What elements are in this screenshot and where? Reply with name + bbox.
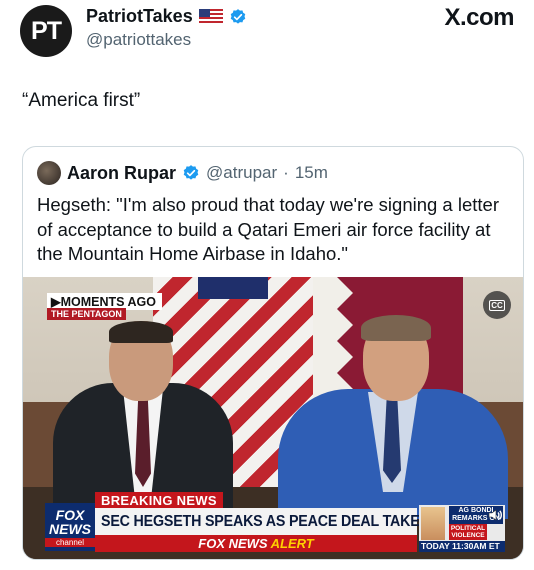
quoted-handle[interactable]: @atrupar — [206, 163, 277, 183]
quoted-avatar[interactable] — [37, 161, 61, 185]
news-headline: SEC HEGSETH SPEAKS AS PEACE DEAL TAKES H… — [101, 512, 473, 530]
right-person-hair — [361, 315, 431, 341]
left-person-hair — [109, 321, 173, 343]
logo-line2: NEWS — [49, 520, 91, 537]
closed-captions-button[interactable]: CC — [483, 291, 511, 319]
avatar-initials: PT — [31, 16, 62, 45]
verified-badge-icon — [183, 165, 199, 180]
logo-line1: FOX — [55, 506, 85, 523]
quoted-header: Aaron Rupar @atrupar · 15m — [37, 161, 328, 185]
segment-tag: POLITICAL VIOLENCE — [449, 524, 487, 540]
volume-icon[interactable] — [487, 507, 503, 523]
american-flag-canton — [198, 277, 268, 299]
cc-icon: CC — [489, 299, 505, 311]
tweet-card: PT PatriotTakes @patriottakes X.com “Ame… — [4, 0, 530, 570]
headline-bar: SEC HEGSETH SPEAKS AS PEACE DEAL TAKES H… — [95, 508, 473, 535]
quoted-text: Hegseth: "I'm also proud that today we'r… — [37, 194, 499, 264]
breaking-news-label: BREAKING NEWS — [95, 492, 223, 509]
alert-bar: FOX NEWS ALERT — [95, 535, 417, 552]
us-flag-icon — [198, 8, 223, 25]
author-name-row: PatriotTakes — [86, 6, 247, 27]
quoted-separator: · — [283, 163, 289, 182]
logo-line3: channel — [45, 537, 95, 547]
quoted-display-name[interactable]: Aaron Rupar — [67, 163, 176, 184]
author-avatar[interactable]: PT — [20, 5, 72, 57]
author-handle[interactable]: @patriottakes — [86, 30, 191, 50]
segment-time: TODAY 11:30AM ET — [419, 541, 505, 552]
verified-badge-icon — [230, 8, 245, 24]
quoted-tweet[interactable]: Aaron Rupar @atrupar · 15m Hegseth: "I'm… — [22, 146, 524, 560]
author-display-name[interactable]: PatriotTakes — [86, 6, 193, 27]
quoted-timestamp[interactable]: 15m — [295, 163, 328, 183]
alert-word: ALERT — [270, 536, 314, 551]
fox-news-logo: FOX NEWS channel — [45, 503, 95, 551]
alert-brand: FOX NEWS — [198, 536, 268, 551]
post-text: “America first” — [22, 90, 141, 111]
segment-thumbnail — [421, 507, 445, 540]
location-label: THE PENTAGON — [47, 308, 126, 320]
xcom-watermark: X.com — [444, 4, 514, 31]
video-player[interactable]: ▶MOMENTS AGO THE PENTAGON CC FOX NEWS ch… — [23, 277, 523, 559]
